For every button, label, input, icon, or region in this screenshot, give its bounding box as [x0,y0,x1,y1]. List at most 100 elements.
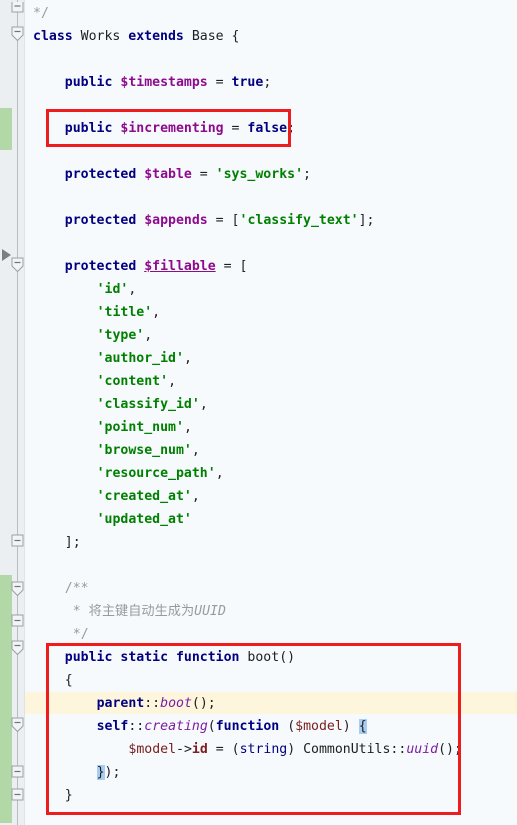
code-line[interactable]: { [65,669,73,692]
code-line[interactable]: 'resource_path', [97,462,224,485]
code-token: $timestamps [120,75,208,90]
gutter-fold-strip [12,0,24,825]
code-token: UUID [194,604,226,619]
code-token: boot [247,650,280,665]
code-token: protected [64,213,145,228]
code-token: ( [207,719,216,734]
code-token: = ( [207,742,240,757]
code-token: $fillable [144,259,216,274]
code-token: ]; [64,535,81,550]
code-token: 'updated_at' [96,512,192,527]
vcs-change-marker[interactable] [0,108,12,150]
code-token: } [64,788,73,803]
code-line[interactable]: /** [65,577,89,600]
code-token: protected [64,167,145,182]
fold-collapse-partial-icon[interactable] [11,2,24,17]
code-line[interactable]: parent::boot(); [97,692,216,715]
code-area[interactable]: */ class Works extends Base { public $time… [25,0,517,825]
code-line[interactable]: protected $appends = ['classify_text']; [65,209,375,232]
code-token: ; [287,121,296,136]
code-line[interactable]: */ [73,623,89,646]
code-token: function [215,719,288,734]
code-token: $table [144,167,192,182]
code-token: uuid [406,742,439,757]
code-line[interactable]: 'point_num', [97,416,192,439]
code-token: { [358,719,367,734]
gutter-fold-rail [17,0,18,825]
code-token: ; [263,75,272,90]
code-token: 'resource_path' [96,466,216,481]
code-token: 'browse_num' [96,443,192,458]
code-token: , [199,397,208,412]
gutter-divider [24,0,25,825]
code-token: 'id' [96,282,129,297]
code-token: $appends [144,213,208,228]
code-token: { [231,29,240,44]
code-line[interactable]: 'author_id', [97,347,192,370]
fold-expand-icon[interactable] [11,613,24,628]
fold-collapse-icon[interactable] [11,581,24,597]
code-token: , [183,420,192,435]
code-token: , [183,351,192,366]
code-token: , [215,466,224,481]
code-line[interactable]: 'created_at', [97,485,200,508]
code-token: 'sys_works' [215,167,304,182]
code-line[interactable]: 'classify_id', [97,393,208,416]
code-token: = [ [215,259,248,274]
code-token: true [231,75,264,90]
fold-collapse-icon[interactable] [11,257,24,273]
code-line[interactable]: * 将主键自动生成为UUID [73,600,226,623]
code-line[interactable]: public static function boot() [65,646,295,669]
code-token: ( [287,719,296,734]
code-line[interactable]: 'id', [97,278,137,301]
code-token: */ [33,6,49,21]
code-token: , [168,374,177,389]
code-line[interactable]: protected $fillable = [ [65,255,248,278]
code-token: $model [295,719,343,734]
code-token: 'classify_id' [96,397,200,412]
code-token: Works [80,29,129,44]
fold-expand-icon[interactable] [11,787,24,802]
code-line[interactable]: 'updated_at' [97,508,192,531]
fold-expand-icon[interactable] [11,533,24,548]
code-line[interactable]: } [65,784,73,807]
code-token: (); [438,742,462,757]
code-token: { [64,673,73,688]
code-token: :: [128,719,145,734]
code-editor-window: */ class Works extends Base { public $time… [0,0,517,825]
fold-collapse-icon[interactable] [11,640,24,656]
code-token: ) [342,719,359,734]
code-line[interactable]: 'title', [97,301,161,324]
code-line[interactable]: public $timestamps = true; [65,71,271,94]
code-token: -> [176,742,192,757]
fold-expand-icon[interactable] [11,764,24,779]
code-line[interactable]: */ [33,2,49,25]
code-line[interactable]: 'type', [97,324,153,347]
code-line[interactable]: public $incrementing = false; [65,117,295,140]
code-token: public [64,121,121,136]
code-token: 'classify_text' [239,213,359,228]
code-token: /** [64,581,89,596]
code-token: = [223,121,248,136]
code-token: false [247,121,288,136]
code-token: , [152,305,161,320]
code-token: 'created_at' [96,489,192,504]
editor-gutter[interactable] [0,0,24,825]
code-line[interactable]: ]; [65,531,81,554]
code-token: = [207,75,232,90]
code-token: string [239,742,288,757]
code-line[interactable]: class Works extends Base { [33,25,239,48]
code-line[interactable]: 'browse_num', [97,439,200,462]
code-token: public [64,75,121,90]
code-token: , [191,489,200,504]
code-token: $incrementing [120,121,224,136]
code-line[interactable]: self::creating(function ($model) { [97,715,367,738]
code-token: */ [72,627,89,642]
code-line[interactable]: $model->id = (string) CommonUtils::uuid(… [128,738,462,761]
fold-collapse-icon[interactable] [11,717,24,733]
code-line[interactable]: protected $table = 'sys_works'; [65,163,311,186]
code-line[interactable]: }); [96,761,120,784]
fold-collapse-icon[interactable] [11,26,24,42]
run-triangle-icon[interactable] [2,249,11,261]
code-line[interactable]: 'content', [97,370,176,393]
